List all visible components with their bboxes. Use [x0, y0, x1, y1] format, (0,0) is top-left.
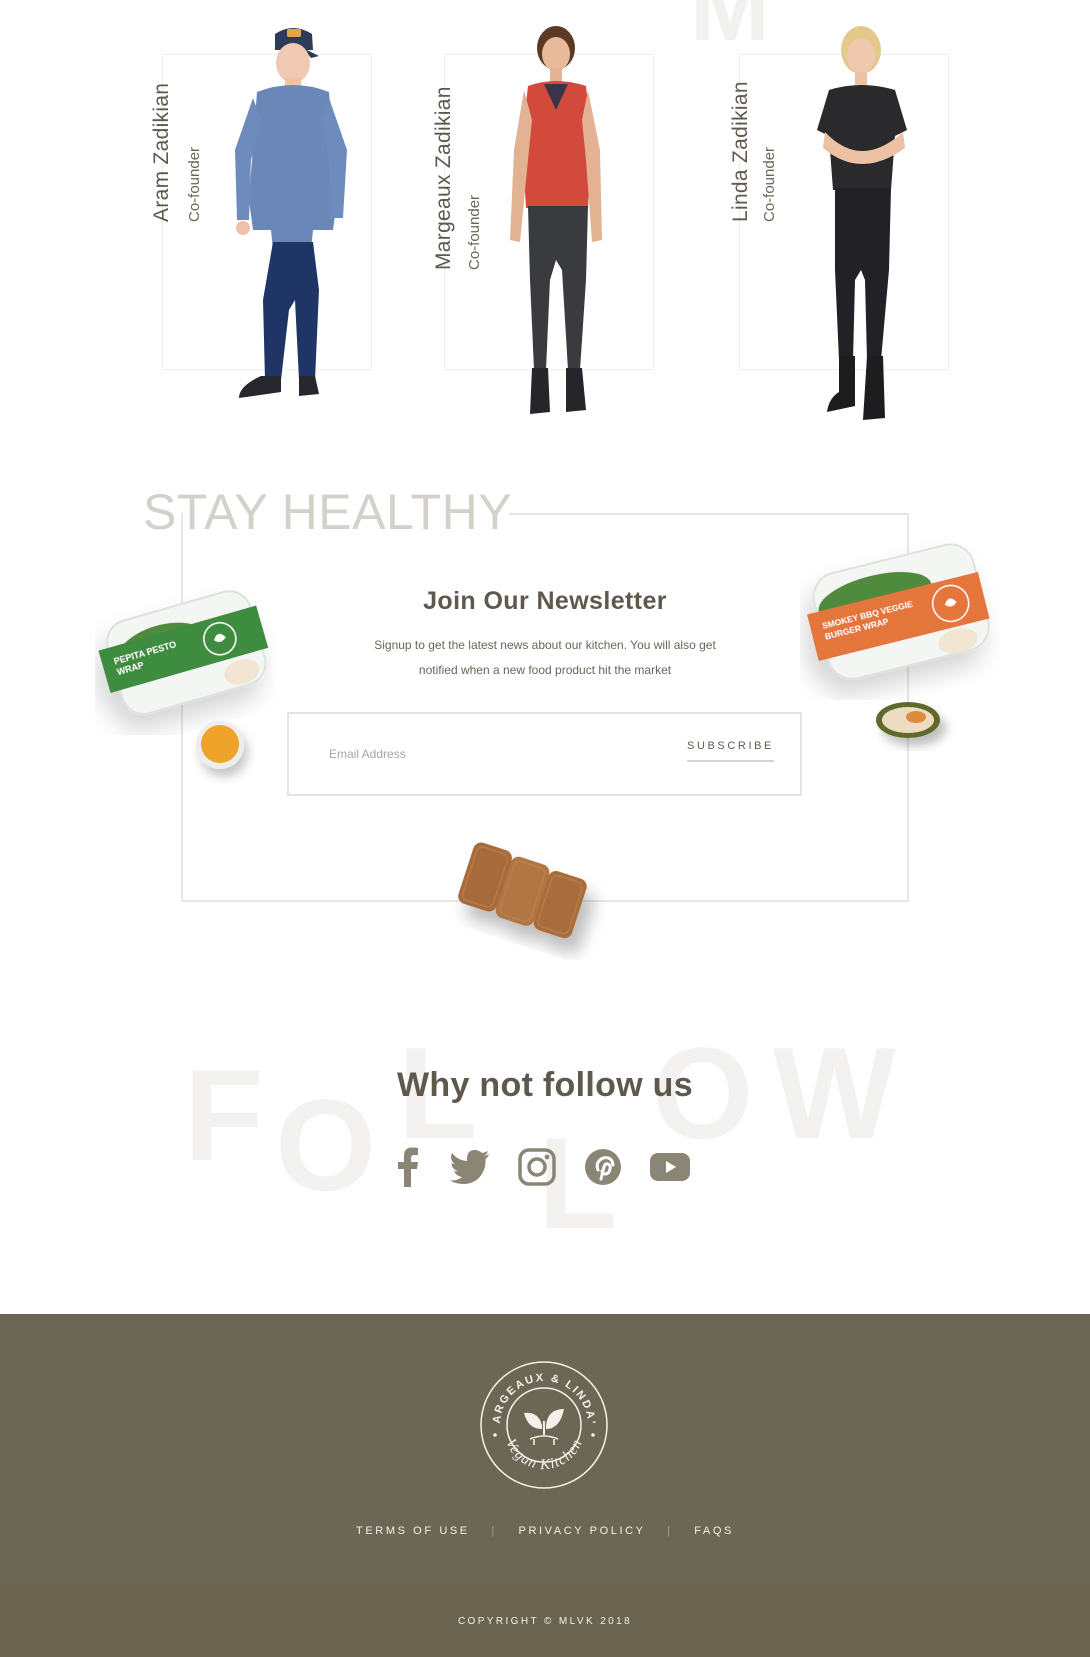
member-name: Linda Zadikian	[729, 81, 752, 222]
team-member-linda: Linda Zadikian Co-founder	[715, 0, 975, 440]
copyright-text: COPYRIGHT © MLVK 2018	[457, 1616, 633, 1627]
newsletter-title: Join Our Newsletter	[423, 587, 667, 615]
twitter-icon[interactable]	[450, 1150, 490, 1184]
subscribe-button[interactable]: SUBSCRIBE	[687, 740, 774, 762]
member-role: Co-founder	[466, 194, 483, 270]
crackers-image	[458, 842, 587, 939]
social-links	[394, 1145, 718, 1189]
member-role: Co-founder	[761, 146, 778, 222]
privacy-policy-link[interactable]: PRIVACY POLICY	[519, 1525, 646, 1537]
team-member-margeaux: Margeaux Zadikian Co-founder	[420, 0, 680, 440]
newsletter-description: Signup to get the latest news about our …	[374, 638, 716, 677]
person-photo	[817, 26, 907, 420]
svg-text:Vegan Kitchen: Vegan Kitchen	[502, 1437, 586, 1474]
terms-of-use-link[interactable]: TERMS OF USE	[356, 1525, 470, 1537]
youtube-icon[interactable]	[650, 1152, 690, 1182]
footer: MARGEAUX & LINDA'S Vegan Kitchen TERMS O…	[0, 1314, 1090, 1586]
copyright-bar: COPYRIGHT © MLVK 2018	[0, 1586, 1090, 1657]
brand-logo[interactable]: MARGEAUX & LINDA'S Vegan Kitchen	[478, 1359, 610, 1491]
instagram-icon[interactable]	[518, 1148, 556, 1186]
person-photo	[235, 28, 347, 398]
email-input[interactable]	[329, 742, 629, 766]
facebook-icon[interactable]	[394, 1147, 422, 1187]
faqs-link[interactable]: FAQS	[694, 1525, 734, 1537]
link-separator: |	[667, 1525, 673, 1537]
team-member-aram: Aram Zadikian Co-founder	[140, 0, 400, 440]
team-section: M Aram Zadikian Co-founder Margeaux Zadi…	[0, 0, 1090, 440]
sauce-cup	[196, 721, 244, 769]
footer-nav: TERMS OF USE | PRIVACY POLICY | FAQS	[0, 1525, 1090, 1537]
member-role: Co-founder	[186, 146, 203, 222]
wrap-slice	[876, 702, 940, 738]
newsletter-form: SUBSCRIBE	[287, 712, 802, 796]
member-name: Margeaux Zadikian	[432, 86, 455, 270]
link-separator: |	[491, 1525, 497, 1537]
member-name: Aram Zadikian	[150, 82, 173, 222]
person-photo	[510, 26, 602, 414]
pinterest-icon[interactable]	[584, 1148, 622, 1186]
follow-title: Why not follow us	[397, 1066, 693, 1104]
